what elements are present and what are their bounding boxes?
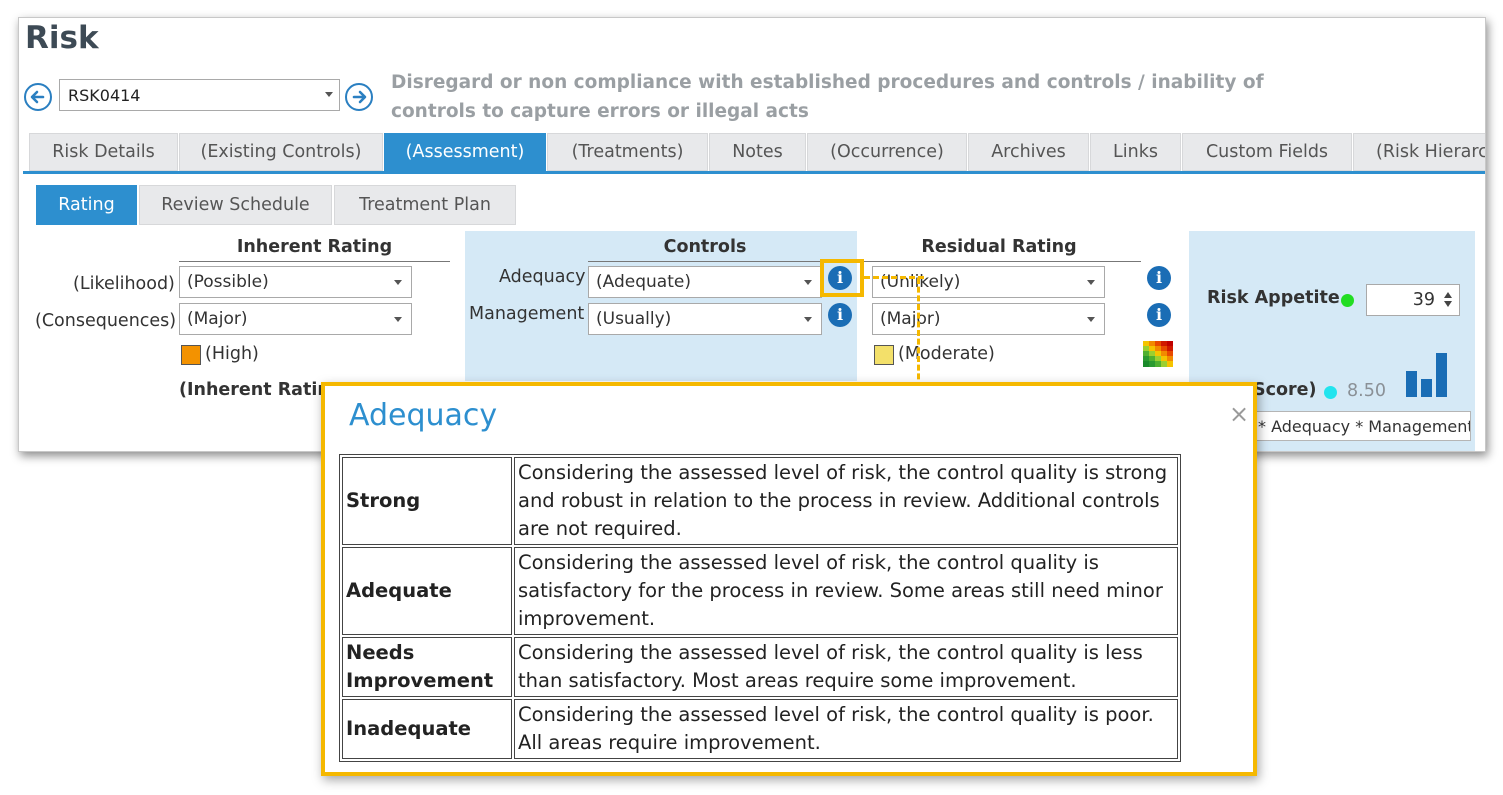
previous-risk-button[interactable] bbox=[24, 83, 52, 111]
definition-cell: Considering the assessed level of risk, … bbox=[514, 699, 1178, 759]
likelihood-label: (Likelihood) bbox=[73, 274, 175, 294]
residual-likelihood-select[interactable]: (Unlikely) bbox=[872, 266, 1105, 298]
inherent-rating-swatch bbox=[181, 345, 201, 365]
risk-appetite-label: Risk Appetite bbox=[1207, 288, 1340, 308]
residual-consequences-value: (Major) bbox=[880, 309, 941, 329]
arrow-left-circle-icon bbox=[30, 90, 45, 104]
tab-notes[interactable]: Notes bbox=[709, 133, 806, 171]
subtab-review-schedule[interactable]: Review Schedule bbox=[139, 185, 332, 225]
subtab-treatment-plan[interactable]: Treatment Plan bbox=[334, 185, 516, 225]
subtab-rating[interactable]: Rating bbox=[36, 185, 137, 225]
score-status-dot bbox=[1324, 386, 1337, 399]
tab-existing-controls[interactable]: (Existing Controls) bbox=[179, 133, 383, 171]
residual-rating-title: Residual Rating bbox=[857, 237, 1141, 262]
consequences-label: (Consequences) bbox=[35, 311, 177, 331]
table-row: Needs Improvement Considering the assess… bbox=[342, 637, 1178, 697]
definition-cell: Considering the assessed level of risk, … bbox=[514, 457, 1178, 545]
table-row: Strong Considering the assessed level of… bbox=[342, 457, 1178, 545]
chevron-down-icon bbox=[394, 280, 402, 285]
next-risk-button[interactable] bbox=[345, 83, 373, 111]
risk-id-value: RSK0414 bbox=[68, 86, 141, 105]
appetite-status-dot bbox=[1341, 294, 1354, 307]
tab-links[interactable]: Links bbox=[1090, 133, 1181, 171]
definition-cell: Considering the assessed level of risk, … bbox=[514, 547, 1178, 635]
tab-archives[interactable]: Archives bbox=[968, 133, 1089, 171]
risk-description: Disregard or non compliance with establi… bbox=[391, 72, 1264, 122]
management-info-icon[interactable]: i bbox=[828, 303, 852, 327]
adequacy-value: (Adequate) bbox=[596, 272, 691, 292]
adequacy-info-highlight bbox=[820, 259, 864, 297]
inherent-rating-title: Inherent Rating bbox=[179, 237, 450, 262]
inherent-likelihood-value: (Possible) bbox=[187, 272, 269, 292]
term-cell: Strong bbox=[342, 457, 512, 545]
adequacy-label: Adequacy bbox=[499, 267, 586, 287]
callout-connector bbox=[864, 276, 924, 279]
popup-title: Adequacy bbox=[349, 398, 498, 433]
page-title: Risk bbox=[25, 20, 99, 56]
management-value: (Usually) bbox=[596, 309, 672, 329]
tab-assessment[interactable]: (Assessment) bbox=[384, 133, 546, 171]
chevron-down-icon bbox=[1087, 280, 1095, 285]
risk-appetite-stepper[interactable]: 39 bbox=[1366, 284, 1460, 316]
tab-occurrence[interactable]: (Occurrence) bbox=[807, 133, 967, 171]
residual-likelihood-value: (Unlikely) bbox=[880, 272, 961, 292]
management-select[interactable]: (Usually) bbox=[588, 303, 822, 335]
residual-rating-swatch bbox=[874, 345, 894, 365]
score-formula: * Adequacy * Management bbox=[1251, 411, 1471, 441]
tab-risk-details[interactable]: Risk Details bbox=[29, 133, 178, 171]
term-cell: Needs Improvement bbox=[342, 637, 512, 697]
adequacy-popup: Adequacy × Strong Considering the assess… bbox=[321, 382, 1257, 776]
risk-appetite-value: 39 bbox=[1412, 290, 1435, 310]
score-value: 8.50 bbox=[1347, 381, 1386, 401]
heatmap-icon[interactable] bbox=[1143, 341, 1173, 367]
chevron-down-icon bbox=[1087, 317, 1095, 322]
term-cell: Inadequate bbox=[342, 699, 512, 759]
tab-risk-hierarchy[interactable]: (Risk Hierarc bbox=[1353, 133, 1485, 171]
residual-consequences-info-icon[interactable]: i bbox=[1147, 303, 1171, 327]
chevron-down-icon bbox=[804, 280, 812, 285]
inherent-rating-value: (High) bbox=[205, 344, 259, 364]
arrow-right-circle-icon bbox=[352, 90, 367, 104]
tab-custom-fields[interactable]: Custom Fields bbox=[1182, 133, 1352, 171]
definition-cell: Considering the assessed level of risk, … bbox=[514, 637, 1178, 697]
inherent-consequences-value: (Major) bbox=[187, 309, 248, 329]
controls-title: Controls bbox=[588, 237, 822, 262]
residual-rating-value: (Moderate) bbox=[898, 344, 995, 364]
tab-bar: Risk Details (Existing Controls) (Assess… bbox=[29, 133, 1485, 171]
table-row: Adequate Considering the assessed level … bbox=[342, 547, 1178, 635]
callout-connector bbox=[917, 278, 920, 388]
chevron-down-icon bbox=[804, 317, 812, 322]
score-label: Score) bbox=[1253, 380, 1317, 400]
residual-consequences-select[interactable]: (Major) bbox=[872, 303, 1105, 335]
close-icon[interactable]: × bbox=[1229, 402, 1249, 426]
risk-id-select[interactable]: RSK0414 bbox=[59, 79, 340, 111]
table-row: Inadequate Considering the assessed leve… bbox=[342, 699, 1178, 759]
management-label: Management bbox=[469, 304, 585, 324]
bar-chart-icon[interactable] bbox=[1403, 351, 1451, 399]
residual-likelihood-info-icon[interactable]: i bbox=[1147, 266, 1171, 290]
adequacy-definitions-table: Strong Considering the assessed level of… bbox=[339, 454, 1181, 762]
tab-treatments[interactable]: (Treatments) bbox=[547, 133, 708, 171]
term-cell: Adequate bbox=[342, 547, 512, 635]
chevron-down-icon bbox=[325, 92, 333, 97]
adequacy-select[interactable]: (Adequate) bbox=[588, 266, 822, 298]
chevron-down-icon bbox=[394, 317, 402, 322]
stepper-arrows-icon[interactable] bbox=[1444, 289, 1454, 310]
inherent-likelihood-select[interactable]: (Possible) bbox=[179, 266, 412, 298]
tab-bar-underline bbox=[23, 171, 1485, 174]
inherent-consequences-select[interactable]: (Major) bbox=[179, 303, 412, 335]
inherent-score-label: (Inherent Rating bbox=[179, 380, 343, 400]
